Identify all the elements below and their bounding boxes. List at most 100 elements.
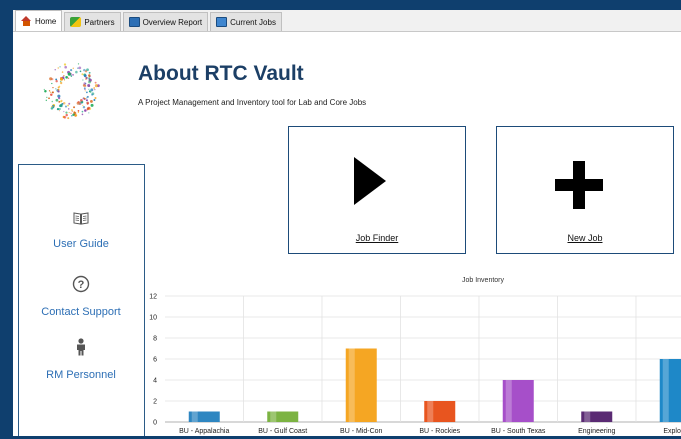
- job-finder-button[interactable]: Job Finder: [288, 126, 466, 254]
- sidebar-item-label: Contact Support: [41, 306, 121, 318]
- plus-icon: [555, 161, 603, 209]
- chart-title: Job Inventory: [462, 277, 505, 284]
- logo-dot: [68, 102, 71, 105]
- logo-dot: [56, 107, 60, 111]
- logo-dot: [78, 102, 82, 106]
- logo-dot: [82, 79, 84, 81]
- job-inventory-chart: Job Inventory 0 2 4 6 8 10 12 BU - Appalachia B…: [149, 277, 681, 435]
- logo-dot: [63, 63, 67, 66]
- logo-dot: [87, 84, 91, 87]
- sidebar-item-label: RM Personnel: [46, 369, 116, 381]
- logo-dot: [64, 105, 68, 108]
- logo-dot: [51, 82, 53, 85]
- new-job-button[interactable]: New Job: [496, 126, 674, 254]
- chart-bar-highlight: [191, 411, 198, 422]
- logo-dot: [72, 74, 74, 76]
- logo-dot: [54, 69, 56, 71]
- logo-dot: [57, 86, 60, 89]
- x-tick-label: BU - Rockies: [419, 428, 460, 435]
- home-icon: [21, 16, 32, 26]
- logo-dot: [70, 69, 73, 72]
- sidebar-item-label: User Guide: [53, 238, 109, 250]
- logo-dot: [61, 103, 64, 105]
- logo-dot: [81, 73, 84, 76]
- y-tick-label: 2: [153, 399, 157, 406]
- logo-dot: [50, 93, 53, 97]
- logo-dot: [77, 111, 80, 113]
- logo-dot: [49, 77, 53, 81]
- tab-current-jobs[interactable]: Current Jobs: [210, 12, 282, 31]
- sidebar-item-rm-personnel[interactable]: RM Personnel: [19, 338, 143, 381]
- tab-home[interactable]: Home: [15, 10, 63, 31]
- logo-dot: [65, 113, 68, 117]
- chart-bar-highlight: [584, 411, 591, 422]
- x-tick-label: Explora: [663, 428, 681, 435]
- job-finder-label: Job Finder: [355, 233, 399, 243]
- logo-dot: [87, 74, 91, 77]
- app-window: Home Partners Overview Report Current Jo…: [13, 10, 681, 436]
- chart-bar-highlight: [662, 359, 669, 422]
- tab-label: Current Jobs: [230, 17, 276, 27]
- logo-dot: [59, 66, 61, 68]
- svg-text:?: ?: [78, 279, 85, 291]
- page-title: About RTC Vault: [138, 62, 304, 85]
- logo-dot: [59, 77, 64, 81]
- logo-dot: [88, 88, 90, 90]
- logo-dot: [58, 100, 61, 103]
- logo-dot: [57, 90, 60, 93]
- logo-dot: [86, 91, 88, 94]
- y-tick-label: 4: [153, 378, 157, 385]
- logo-dot: [88, 71, 91, 74]
- logo-dot: [48, 97, 50, 100]
- logo-dot: [55, 88, 57, 90]
- logo-dot: [82, 104, 84, 106]
- logo-dot: [84, 109, 87, 112]
- y-tick-label: 12: [149, 294, 157, 301]
- report-icon: [128, 17, 140, 27]
- y-tick-label: 0: [153, 420, 157, 427]
- tab-label: Overview Report: [142, 17, 203, 27]
- logo-dot: [67, 108, 70, 110]
- logo-dot: [44, 89, 47, 93]
- sidebar: User Guide ? Contact Support RM Personne…: [18, 164, 145, 436]
- logo-dot: [91, 93, 94, 96]
- logo-dot: [60, 100, 62, 103]
- logo-dot: [46, 96, 48, 99]
- sidebar-item-contact-support[interactable]: ? Contact Support: [19, 275, 143, 318]
- logo-dot: [67, 72, 71, 76]
- logo-dot: [88, 77, 91, 80]
- logo-dot: [65, 75, 68, 79]
- logo-dot: [83, 82, 87, 85]
- logo-dot: [88, 112, 90, 114]
- logo-dot: [64, 79, 66, 81]
- logo-dot: [63, 78, 65, 80]
- logo-dot: [51, 105, 53, 108]
- logo-dot: [60, 81, 63, 85]
- tab-partners[interactable]: Partners: [64, 12, 121, 31]
- logo-dot: [85, 99, 88, 102]
- jobs-icon: [216, 17, 228, 27]
- logo-dot: [51, 100, 54, 103]
- logo-dot: [78, 66, 82, 70]
- logo-dot: [94, 97, 97, 100]
- logo-dot: [88, 90, 91, 93]
- logo-dot: [67, 77, 70, 80]
- logo-dot: [74, 114, 78, 117]
- logo-dot: [83, 74, 87, 78]
- logo-dot: [45, 99, 48, 102]
- tab-overview-report[interactable]: Overview Report: [122, 12, 209, 31]
- logo-dot: [77, 110, 80, 112]
- logo-dot: [90, 88, 94, 92]
- sidebar-item-user-guide[interactable]: User Guide: [19, 211, 143, 250]
- logo-dot: [52, 106, 55, 109]
- logo-dot: [84, 90, 86, 92]
- logo-dot: [71, 114, 73, 117]
- logo-dot: [70, 75, 73, 77]
- logo-dot: [85, 78, 87, 81]
- logo-dot: [58, 104, 62, 108]
- logo-dot: [63, 115, 67, 119]
- logo-dot: [80, 98, 83, 102]
- logo-dot: [85, 77, 87, 79]
- new-job-label: New Job: [567, 233, 603, 243]
- logo-dot: [83, 98, 85, 100]
